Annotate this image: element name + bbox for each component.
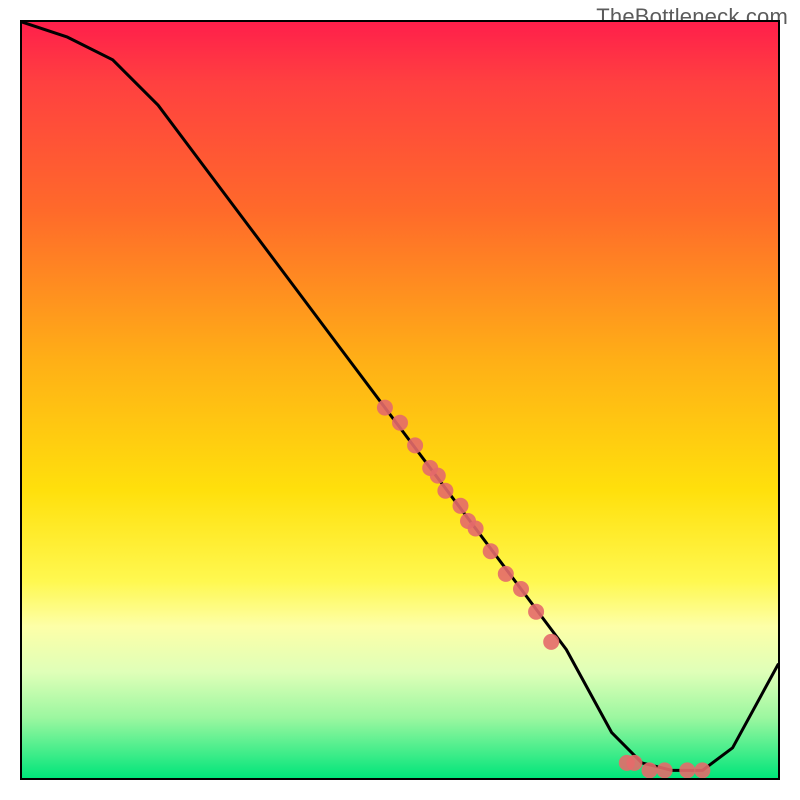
data-point: [437, 483, 453, 499]
curve-line: [22, 22, 778, 770]
data-point: [626, 755, 642, 771]
data-point: [642, 762, 658, 778]
data-point: [679, 762, 695, 778]
data-point: [513, 581, 529, 597]
data-point: [694, 762, 710, 778]
data-point: [468, 521, 484, 537]
data-point: [392, 415, 408, 431]
chart-container: TheBottleneck.com: [0, 0, 800, 800]
plot-area: [20, 20, 780, 780]
data-point: [528, 604, 544, 620]
chart-svg: [22, 22, 778, 778]
data-point: [498, 566, 514, 582]
data-point: [453, 498, 469, 514]
data-point: [543, 634, 559, 650]
data-point: [377, 400, 393, 416]
data-point: [430, 468, 446, 484]
data-point: [407, 437, 423, 453]
data-point: [483, 543, 499, 559]
data-point: [657, 762, 673, 778]
